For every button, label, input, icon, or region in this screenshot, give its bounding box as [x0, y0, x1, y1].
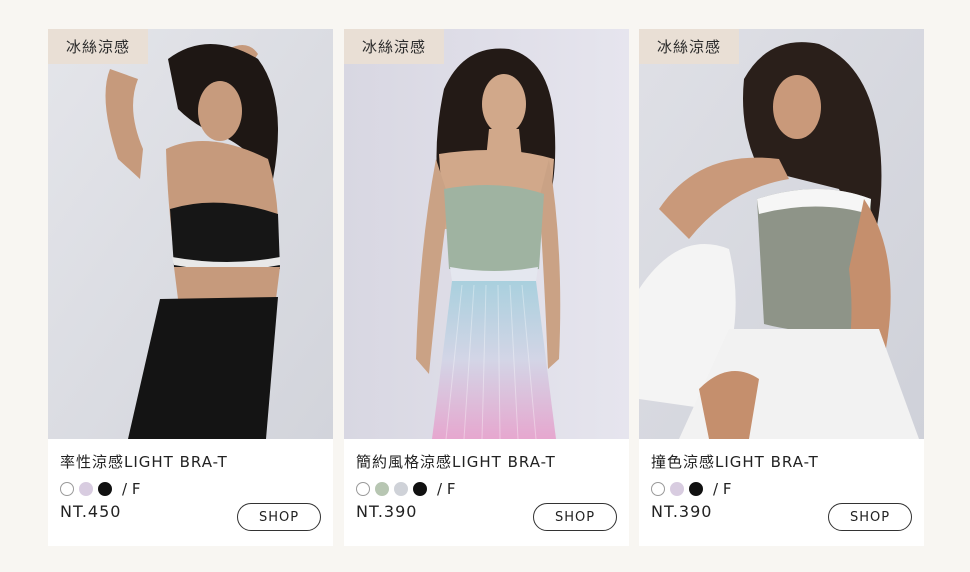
product-title[interactable]: 簡約風格涼感LIGHT BRA-T: [356, 451, 617, 472]
product-info: 率性涼感LIGHT BRA-T / F NT.450 SHOP: [48, 439, 333, 546]
product-grid: 冰絲涼感 率性涼感LIGHT BRA-T / F NT.450 SHOP 冰絲涼…: [0, 0, 970, 572]
swatch-lavender[interactable]: [79, 482, 93, 496]
shop-button[interactable]: SHOP: [828, 503, 912, 531]
product-badge: 冰絲涼感: [344, 29, 445, 64]
swatch-white[interactable]: [651, 482, 665, 496]
color-swatches: / F: [651, 480, 912, 498]
product-info: 撞色涼感LIGHT BRA-T / F NT.390 SHOP: [639, 439, 924, 546]
product-badge: 冰絲涼感: [639, 29, 740, 64]
swatch-white[interactable]: [356, 482, 370, 496]
shop-button[interactable]: SHOP: [237, 503, 321, 531]
model-photo-image: [344, 29, 629, 439]
size-label: / F: [122, 480, 141, 498]
swatch-white[interactable]: [60, 482, 74, 496]
swatch-black[interactable]: [689, 482, 703, 496]
size-label: / F: [437, 480, 456, 498]
product-card[interactable]: 冰絲涼感 撞色涼感LIGHT BRA-T / F NT.390 SHOP: [639, 29, 924, 546]
swatch-lavender[interactable]: [670, 482, 684, 496]
shop-button[interactable]: SHOP: [533, 503, 617, 531]
product-card[interactable]: 冰絲涼感 簡約風格涼感LIGHT BRA-T / F NT.390 SHOP: [344, 29, 629, 546]
product-photo[interactable]: 冰絲涼感: [344, 29, 629, 439]
product-photo[interactable]: 冰絲涼感: [639, 29, 924, 439]
product-badge: 冰絲涼感: [48, 29, 149, 64]
color-swatches: / F: [356, 480, 617, 498]
product-info: 簡約風格涼感LIGHT BRA-T / F NT.390 SHOP: [344, 439, 629, 546]
color-swatches: / F: [60, 480, 321, 498]
swatch-black[interactable]: [413, 482, 427, 496]
swatch-black[interactable]: [98, 482, 112, 496]
size-label: / F: [713, 480, 732, 498]
product-card[interactable]: 冰絲涼感 率性涼感LIGHT BRA-T / F NT.450 SHOP: [48, 29, 333, 546]
model-photo-image: [48, 29, 333, 439]
product-photo[interactable]: 冰絲涼感: [48, 29, 333, 439]
product-title[interactable]: 撞色涼感LIGHT BRA-T: [651, 451, 912, 472]
product-title[interactable]: 率性涼感LIGHT BRA-T: [60, 451, 321, 472]
swatch-light-gray[interactable]: [394, 482, 408, 496]
model-photo-image: [639, 29, 924, 439]
swatch-sage[interactable]: [375, 482, 389, 496]
